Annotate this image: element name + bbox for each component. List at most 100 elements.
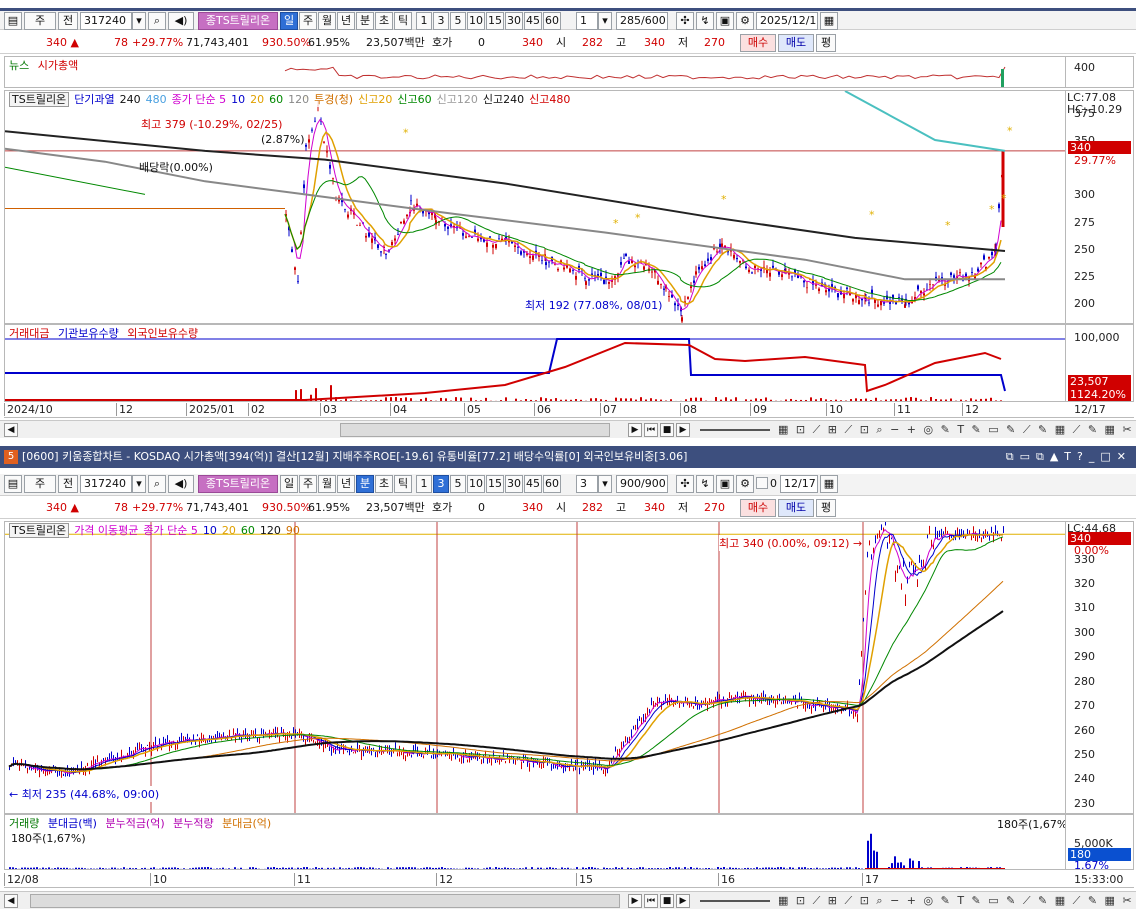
scroll-thumb[interactable] (30, 894, 620, 908)
minute-button-5[interactable]: 5 (450, 12, 466, 30)
search-icon[interactable]: ⌕ (148, 12, 166, 30)
period-button-3[interactable]: 년 (337, 12, 355, 30)
prev-button[interactable]: 전 (58, 475, 78, 493)
code-dropdown-icon[interactable]: ▾ (132, 12, 146, 30)
period-button-6[interactable]: 틱 (394, 475, 412, 493)
code-dropdown-icon[interactable]: ▾ (132, 475, 146, 493)
vol-legend-foreign[interactable]: 외국인보유수량 (127, 327, 198, 340)
buy-button[interactable]: 매수 (740, 34, 776, 52)
indicator-icon[interactable]: ↯ (696, 12, 714, 30)
count-input[interactable]: 1 (576, 12, 598, 30)
save-icon[interactable]: ▣ (716, 475, 734, 493)
date-input[interactable]: 2025/12/17 (756, 12, 818, 30)
indicator-icon[interactable]: ↯ (696, 475, 714, 493)
chart-menu-icon[interactable]: ▤ (4, 475, 22, 493)
zoom-slider[interactable] (700, 900, 770, 902)
minute-button-5[interactable]: 5 (450, 475, 466, 493)
period-button-0[interactable]: 일 (280, 475, 298, 493)
settings-gear-icon[interactable]: ⚙ (736, 12, 754, 30)
stop-icon[interactable]: ■ (660, 894, 674, 908)
legend-item[interactable]: 신고20 (358, 93, 392, 106)
date-checkbox[interactable] (756, 477, 768, 489)
legend-item[interactable]: 20 (222, 524, 236, 537)
legend-item[interactable]: 240 (120, 93, 141, 106)
top-scrollbar[interactable]: ◀ ▶ ⏮ ■ ▶ ▦ ⊡ ⟋ ⊞ ⟋ ⊡ ⌕ − + ◎ ✎ T ✎ ▭ ✎ … (0, 420, 1136, 438)
minute-button-3[interactable]: 3 (433, 475, 449, 493)
legend-item[interactable]: 60 (269, 93, 283, 106)
settings-gear-icon[interactable]: ⚙ (736, 475, 754, 493)
legend-item[interactable]: 120 (288, 93, 309, 106)
max-icon[interactable]: □ (1100, 450, 1116, 463)
tools-icon[interactable]: ✣ (676, 475, 694, 493)
minute-button-10[interactable]: 10 (467, 12, 485, 30)
period-button-5[interactable]: 초 (375, 12, 393, 30)
legend-item[interactable]: 신고480 (529, 93, 570, 106)
minute-button-30[interactable]: 30 (505, 12, 523, 30)
save-icon[interactable]: ▣ (716, 12, 734, 30)
legend-item[interactable]: 신고60 (397, 93, 431, 106)
minute-button-60[interactable]: 60 (543, 12, 561, 30)
vol-legend-amount-eok[interactable]: 분대금(억) (222, 817, 271, 830)
scroll-first-icon[interactable]: ⏮ (644, 894, 658, 908)
vol-legend-cum-volume[interactable]: 분누적량 (173, 817, 213, 830)
minute-button-3[interactable]: 3 (433, 12, 449, 30)
sound-icon[interactable]: ◀) (168, 475, 194, 493)
legend-item[interactable]: 종가 단순 5 (143, 524, 197, 537)
count-dropdown-icon[interactable]: ▾ (598, 12, 612, 30)
stock-name[interactable]: 종TS트릴리온 (198, 475, 278, 493)
legend-item[interactable]: 20 (250, 93, 264, 106)
prev-button[interactable]: 전 (58, 12, 78, 30)
sound-icon[interactable]: ◀) (168, 12, 194, 30)
vol-legend-inst[interactable]: 기관보유수량 (58, 327, 119, 340)
pin-icon[interactable]: ▲ (1050, 450, 1064, 463)
market-select[interactable]: 주 (24, 12, 56, 30)
scroll-thumb[interactable] (340, 423, 610, 437)
vol-legend-cum-amount[interactable]: 분누적금(억) (105, 817, 164, 830)
legend-item[interactable]: 단기과열 (74, 93, 114, 106)
scroll-left-icon[interactable]: ◀ (4, 894, 18, 908)
flat-button[interactable]: 평 (816, 499, 836, 517)
scroll-end-icon[interactable]: ▶ (676, 894, 690, 908)
minute-button-45[interactable]: 45 (524, 475, 542, 493)
search-icon[interactable]: ⌕ (148, 475, 166, 493)
legend-item[interactable]: 90 (286, 524, 300, 537)
minute-button-15[interactable]: 15 (486, 475, 504, 493)
sell-button[interactable]: 매도 (778, 499, 814, 517)
restore-icon[interactable]: ⧉ (1006, 450, 1020, 463)
legend-item[interactable]: 신고240 (483, 93, 524, 106)
count-input[interactable]: 3 (576, 475, 598, 493)
scroll-right-icon[interactable]: ▶ (628, 423, 642, 437)
legend-item[interactable]: 480 (146, 93, 167, 106)
font-icon[interactable]: T (1064, 450, 1077, 463)
vol-legend-amount[interactable]: 분대금(백) (48, 817, 97, 830)
legend-item[interactable]: 신고120 (437, 93, 478, 106)
tile-icon[interactable]: ⧉ (1036, 450, 1050, 463)
legend-item[interactable]: 60 (241, 524, 255, 537)
minute-button-15[interactable]: 15 (486, 12, 504, 30)
date-input[interactable]: 12/17 (780, 475, 818, 493)
minute-button-1[interactable]: 1 (416, 12, 432, 30)
stock-code-input[interactable]: 317240 (80, 12, 132, 30)
count-dropdown-icon[interactable]: ▾ (598, 475, 612, 493)
period-button-2[interactable]: 월 (318, 475, 336, 493)
legend-item[interactable]: 가격 이동평균 (74, 524, 138, 537)
vol-legend-volume[interactable]: 거래량 (9, 817, 39, 830)
period-button-1[interactable]: 주 (299, 12, 317, 30)
scroll-end-icon[interactable]: ▶ (676, 423, 690, 437)
minute-button-10[interactable]: 10 (467, 475, 485, 493)
period-button-2[interactable]: 월 (318, 12, 336, 30)
market-select[interactable]: 주 (24, 475, 56, 493)
minute-button-30[interactable]: 30 (505, 475, 523, 493)
period-button-3[interactable]: 년 (337, 475, 355, 493)
period-button-4[interactable]: 분 (356, 475, 374, 493)
legend-item[interactable]: 10 (231, 93, 245, 106)
period-button-0[interactable]: 일 (280, 12, 298, 30)
stock-code-input[interactable]: 317240 (80, 475, 132, 493)
period-button-4[interactable]: 분 (356, 12, 374, 30)
help-icon[interactable]: ? (1077, 450, 1089, 463)
legend-item[interactable]: 종가 단순 5 (172, 93, 226, 106)
period-button-6[interactable]: 틱 (394, 12, 412, 30)
vol-legend-amount[interactable]: 거래대금 (9, 327, 49, 340)
minute-button-60[interactable]: 60 (543, 475, 561, 493)
stock-name[interactable]: 종TS트릴리온 (198, 12, 278, 30)
